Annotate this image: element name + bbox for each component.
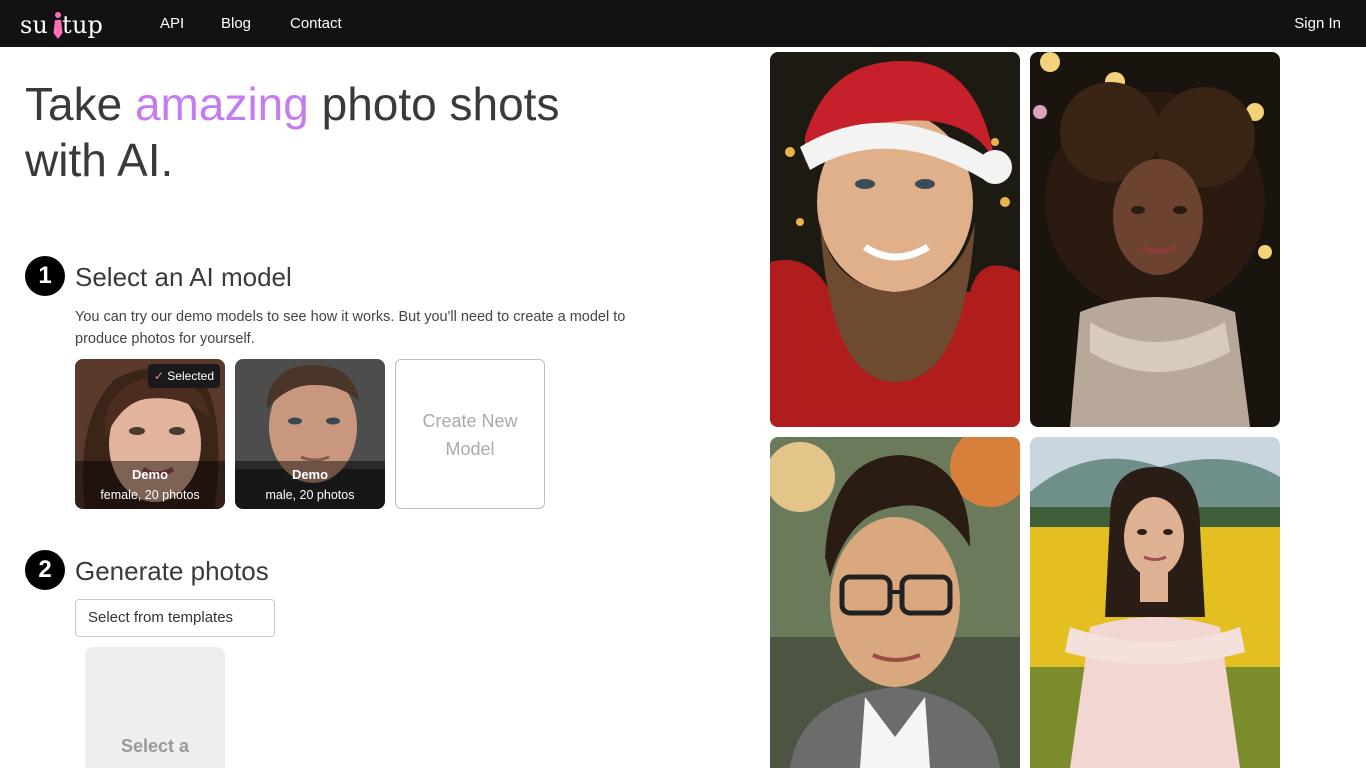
model-meta: male, 20 photos: [265, 488, 355, 502]
gallery-photo-man-glasses: [770, 437, 1020, 768]
sign-in-link[interactable]: Sign In: [1294, 15, 1341, 33]
model-meta: female, 20 photos: [100, 488, 200, 502]
template-card-placeholder[interactable]: Select a: [85, 647, 225, 768]
selected-badge: ✓ Selected: [147, 364, 220, 388]
step-2-title: Generate photos: [75, 556, 269, 586]
nav-link-blog[interactable]: Blog: [221, 15, 251, 33]
step-1-title: Select an AI model: [75, 262, 292, 292]
checkmark-icon: ✓: [153, 369, 164, 383]
logo-wordmark-icon: su up t: [20, 11, 103, 39]
selected-badge-label: Selected: [167, 369, 214, 383]
model-card-demo-female[interactable]: ✓ Selected Demo female, 20 photos: [75, 359, 225, 509]
hero-heading: Take amazing photo shots with AI.: [25, 76, 705, 188]
photo-woman-flower-field-icon: [1030, 437, 1280, 768]
model-card-caption: Demo female, 20 photos: [75, 461, 225, 509]
gallery-photo-woman-flower-field: [1030, 437, 1280, 768]
hero-line2: with AI.: [25, 134, 174, 186]
photo-santa-man-icon: [770, 52, 1020, 427]
step-1-description: You can try our demo models to see how i…: [75, 309, 626, 347]
suitup-logo[interactable]: suitup su up t: [20, 9, 112, 41]
template-card-label: Select a: [120, 736, 190, 756]
create-new-model-label: Create New Model: [422, 411, 518, 459]
svg-text:up: up: [72, 11, 103, 39]
gallery-photo-curly-woman: [1030, 52, 1280, 427]
hero-word-take: Take: [25, 78, 123, 130]
gallery-photo-santa-man: [770, 52, 1020, 427]
model-name: Demo: [131, 467, 169, 482]
svg-text:su: su: [20, 11, 48, 39]
top-navbar: suitup su up t API Blog Contact Sign In: [0, 0, 1366, 47]
photo-curly-woman-sequin-dress-icon: [1030, 52, 1280, 427]
nav-link-api[interactable]: API: [160, 15, 184, 33]
nav-link-contact[interactable]: Contact: [290, 15, 342, 33]
hero-accent-word: amazing: [134, 78, 309, 130]
step-2-number: 2: [25, 550, 65, 590]
step-1-number: 1: [25, 256, 65, 296]
model-card-demo-male[interactable]: Demo male, 20 photos: [235, 359, 385, 509]
select-templates-button[interactable]: Select from templates: [75, 599, 275, 637]
create-new-model-button[interactable]: Create New Model: [395, 359, 545, 509]
hero-line1-rest: photo shots: [321, 78, 560, 130]
model-name: Demo: [291, 467, 329, 482]
photo-man-glasses-icon: [770, 437, 1020, 768]
model-card-caption: Demo male, 20 photos: [235, 461, 385, 509]
svg-text:t: t: [62, 11, 72, 39]
